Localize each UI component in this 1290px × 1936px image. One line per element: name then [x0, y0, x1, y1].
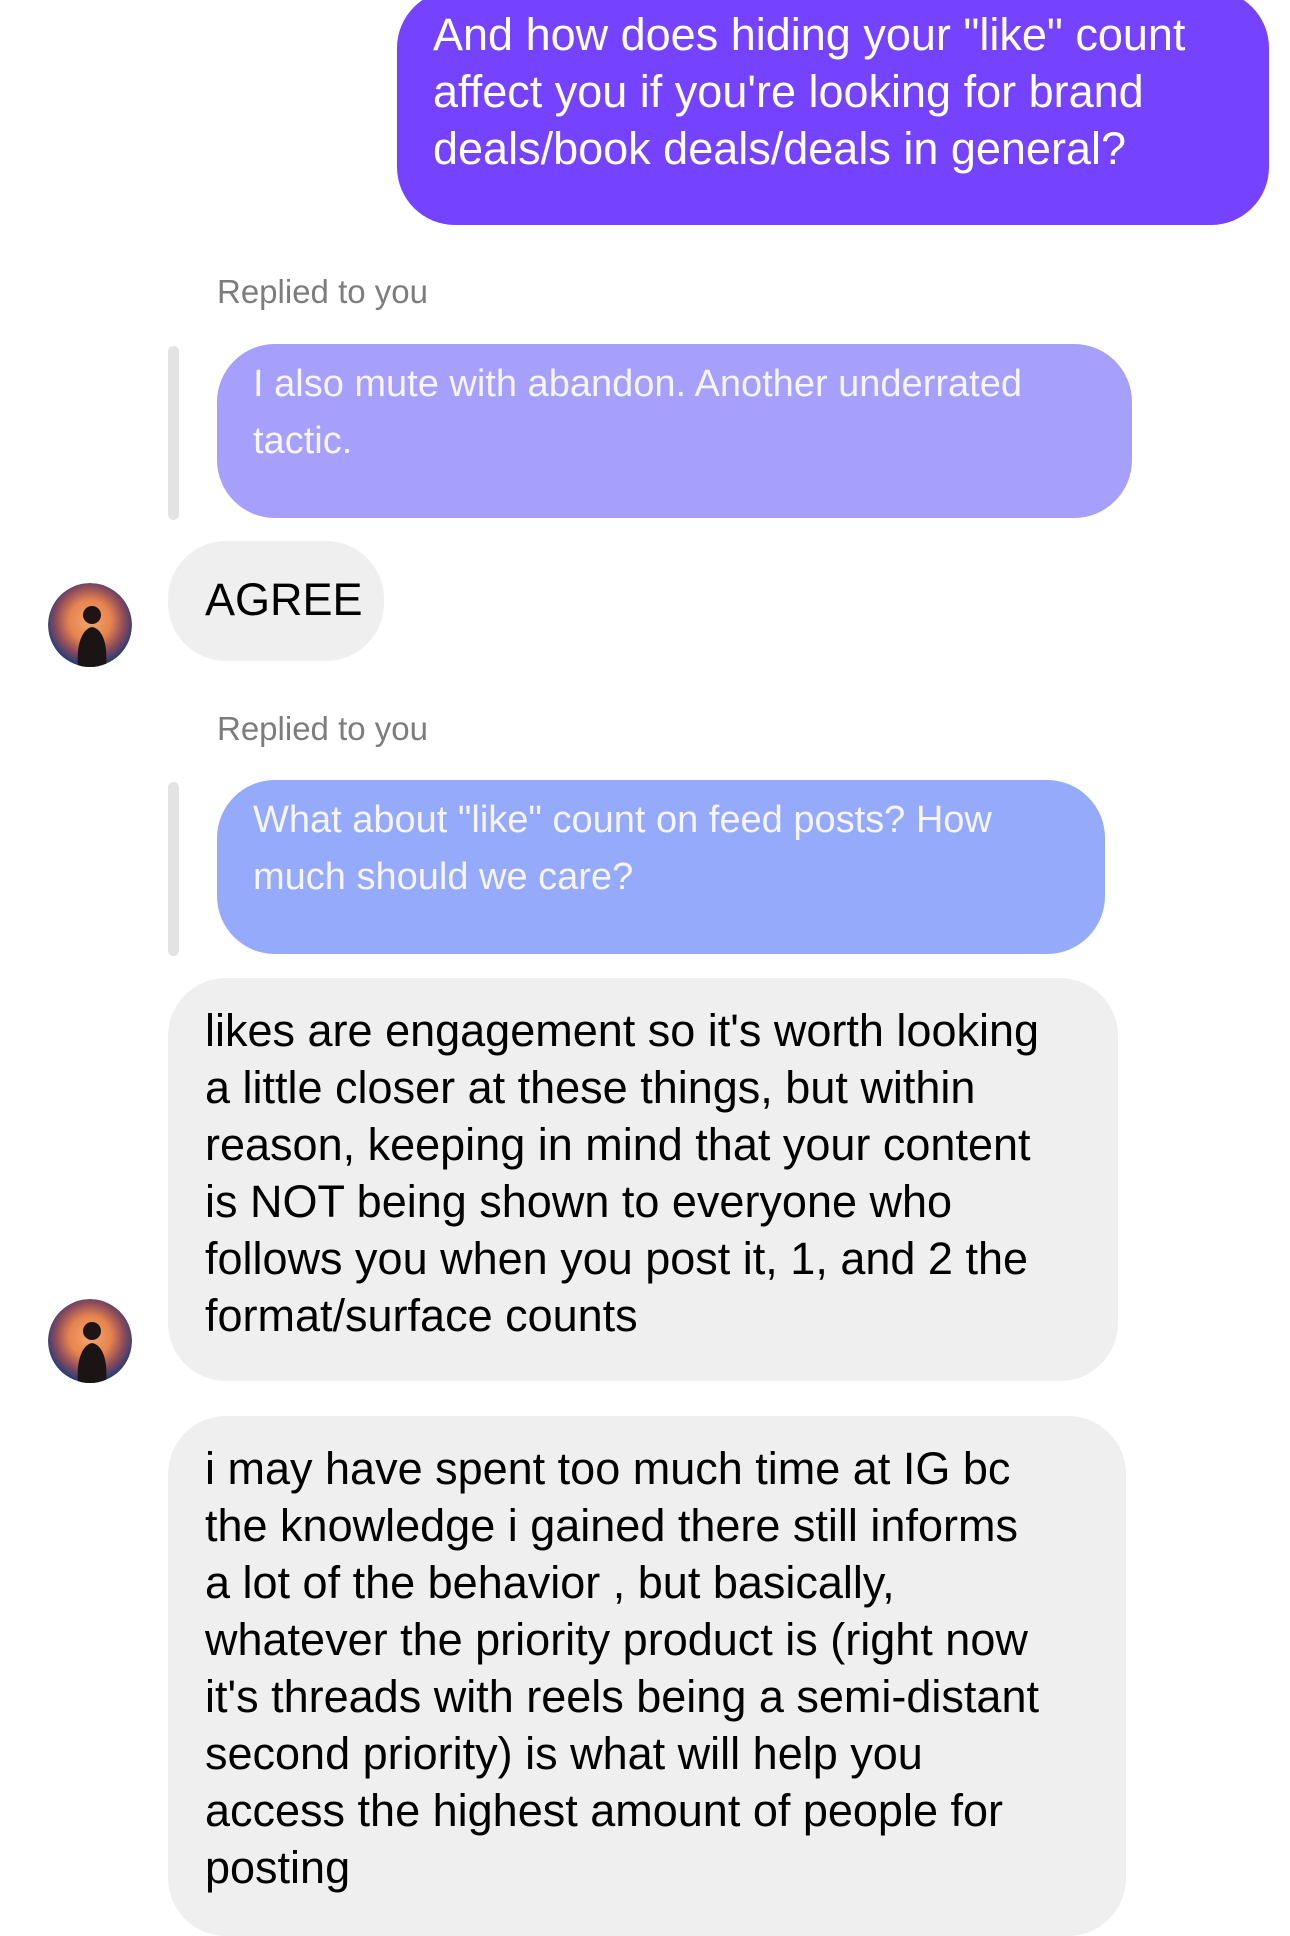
avatar-image — [48, 583, 132, 667]
user-avatar-icon[interactable] — [48, 1299, 132, 1383]
replied-to-you-caption: Replied to you — [217, 710, 428, 747]
avatar-image — [48, 1299, 132, 1383]
message-thread: And how does hiding your "like" count af… — [0, 0, 1290, 1936]
user-avatar-icon[interactable] — [48, 583, 132, 667]
received-message-bubble[interactable]: likes are engagement so it's worth looki… — [168, 978, 1118, 1381]
received-message-bubble[interactable]: AGREE — [168, 541, 384, 661]
replied-to-you-caption: Replied to you — [217, 273, 428, 310]
quote-indicator-bar — [168, 346, 179, 520]
sent-message-bubble[interactable]: And how does hiding your "like" count af… — [397, 0, 1269, 225]
quote-indicator-bar — [168, 782, 179, 956]
quoted-message-bubble[interactable]: What about "like" count on feed posts? H… — [217, 780, 1105, 954]
received-message-bubble[interactable]: i may have spent too much time at IG bc … — [168, 1416, 1126, 1936]
quoted-message-bubble[interactable]: I also mute with abandon. Another underr… — [217, 344, 1132, 518]
